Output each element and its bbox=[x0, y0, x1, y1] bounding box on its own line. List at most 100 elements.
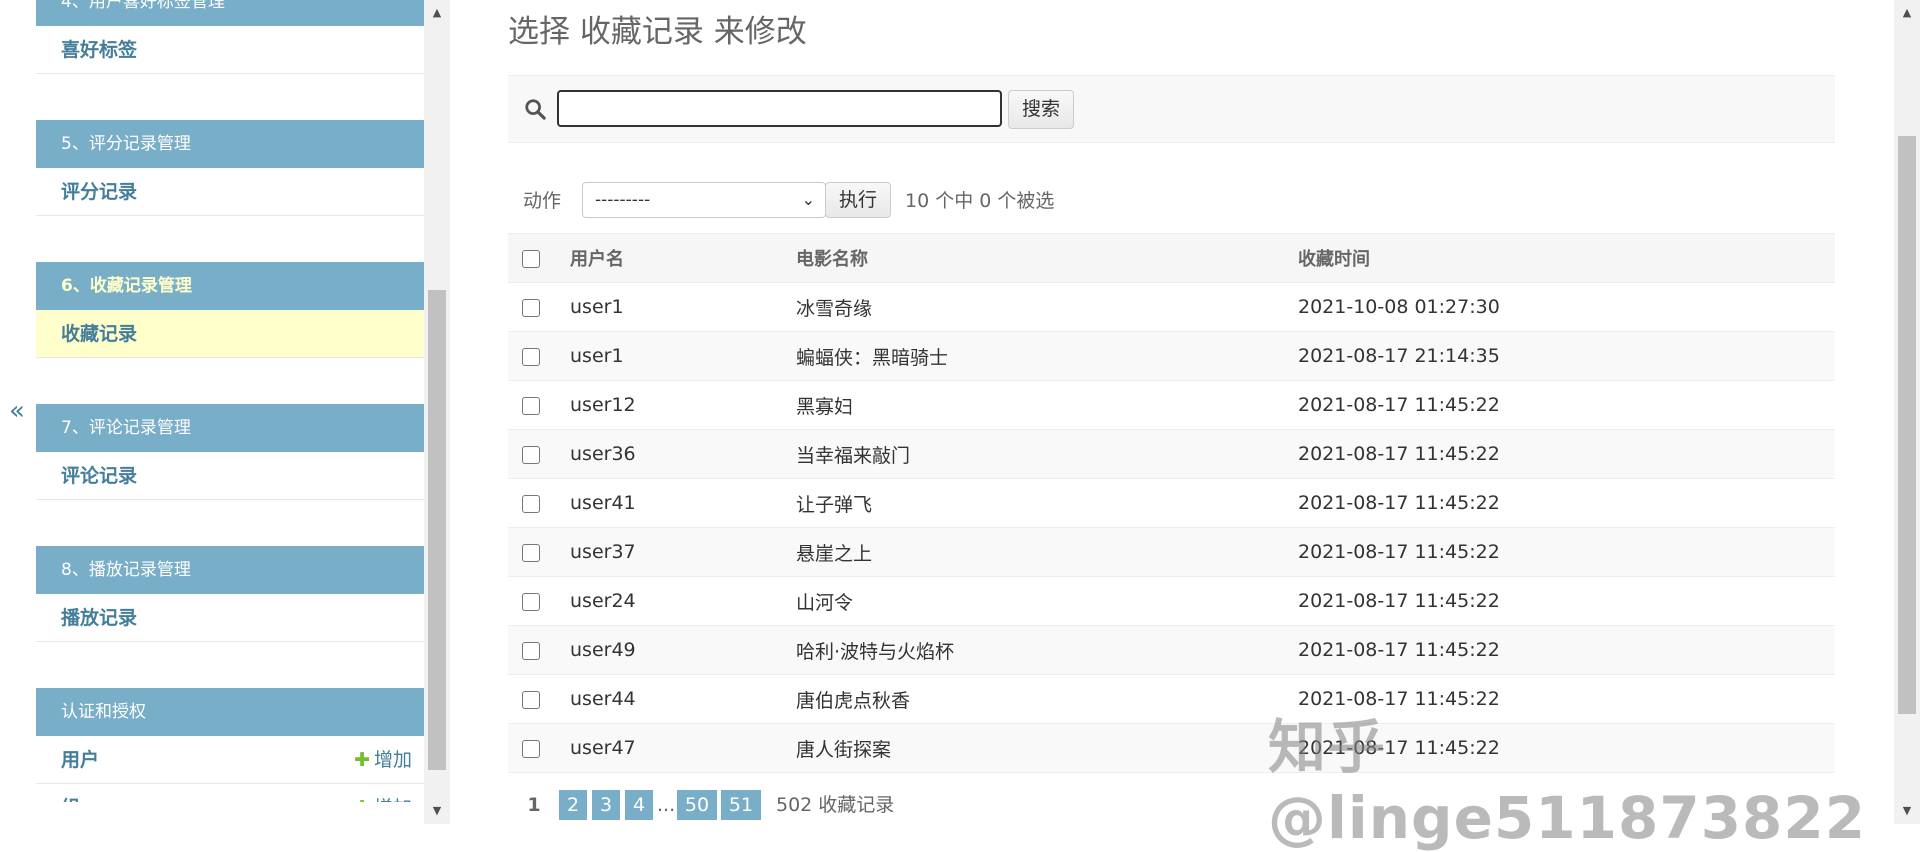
cell-movie: 当幸福来敲门 bbox=[796, 444, 911, 467]
sidebar: 4、用户喜好标签管理 喜好标签 5、评分记录管理 评分记录 6、收藏记录管理 收… bbox=[36, 0, 424, 802]
cell-movie: 让子弹飞 bbox=[796, 493, 873, 516]
page-link[interactable]: 3 bbox=[592, 790, 620, 820]
cell-username[interactable]: user12 bbox=[570, 381, 796, 430]
cell-time: 2021-08-17 11:45:22 bbox=[1298, 492, 1500, 514]
cell-movie: 蝙蝠侠：黑暗骑士 bbox=[796, 346, 949, 369]
row-checkbox[interactable] bbox=[522, 641, 540, 660]
page-link[interactable]: 50 bbox=[677, 790, 717, 820]
select-all-checkbox[interactable] bbox=[522, 249, 540, 268]
sidebar-scrollbar[interactable]: ▲ ▼ bbox=[424, 0, 450, 824]
cell-username[interactable]: user47 bbox=[570, 724, 796, 773]
sidebar-item-label[interactable]: 用户 bbox=[61, 749, 99, 771]
row-checkbox[interactable] bbox=[522, 347, 540, 366]
row-select-cell bbox=[508, 381, 570, 430]
page-link[interactable]: 4 bbox=[625, 790, 653, 820]
column-header-time[interactable]: 收藏时间 bbox=[1298, 234, 1835, 283]
cell-time: 2021-08-17 21:14:35 bbox=[1298, 345, 1500, 367]
result-count: 502 收藏记录 bbox=[776, 794, 895, 816]
row-checkbox[interactable] bbox=[522, 592, 540, 611]
table-row: user41 让子弹飞 2021-08-17 11:45:22 bbox=[508, 479, 1835, 528]
add-group-link[interactable]: ✚增加 bbox=[354, 784, 412, 802]
scrollbar-thumb[interactable] bbox=[1898, 136, 1916, 714]
page-current: 1 bbox=[527, 794, 541, 816]
module-header[interactable]: 6、收藏记录管理 bbox=[36, 262, 424, 310]
module-header[interactable]: 8、播放记录管理 bbox=[36, 546, 424, 594]
table-row: user24 山河令 2021-08-17 11:45:22 bbox=[508, 577, 1835, 626]
collapse-icon[interactable]: « bbox=[9, 396, 25, 426]
row-checkbox[interactable] bbox=[522, 543, 540, 562]
row-select-cell bbox=[508, 430, 570, 479]
scroll-up-icon[interactable]: ▲ bbox=[1894, 0, 1920, 26]
page-link[interactable]: 2 bbox=[559, 790, 587, 820]
cell-time: 2021-08-17 11:45:22 bbox=[1298, 443, 1500, 465]
row-checkbox[interactable] bbox=[522, 494, 540, 513]
plus-icon: ✚ bbox=[354, 797, 370, 802]
module-header[interactable]: 4、用户喜好标签管理 bbox=[36, 0, 424, 26]
module-header[interactable]: 7、评论记录管理 bbox=[36, 404, 424, 452]
table-row: user1 冰雪奇缘 2021-10-08 01:27:30 bbox=[508, 283, 1835, 332]
module-auth: 认证和授权 用户 ✚增加 组 ✚增加 bbox=[36, 688, 424, 802]
module-comments: 7、评论记录管理 评论记录 bbox=[36, 404, 424, 500]
cell-username[interactable]: user1 bbox=[570, 283, 796, 332]
run-action-button[interactable]: 执行 bbox=[825, 182, 891, 218]
cell-username[interactable]: user44 bbox=[570, 675, 796, 724]
sidebar-item-tags[interactable]: 喜好标签 bbox=[36, 26, 424, 74]
cell-username[interactable]: user1 bbox=[570, 332, 796, 381]
sidebar-item-plays[interactable]: 播放记录 bbox=[36, 594, 424, 642]
sidebar-item-ratings[interactable]: 评分记录 bbox=[36, 168, 424, 216]
cell-time: 2021-08-17 11:45:22 bbox=[1298, 639, 1500, 661]
cell-time: 2021-10-08 01:27:30 bbox=[1298, 296, 1500, 318]
results-table: 用户名 电影名称 收藏时间 user1 冰雪奇缘 2021-10-08 01:27:… bbox=[508, 233, 1835, 773]
row-checkbox[interactable] bbox=[522, 298, 540, 317]
scroll-down-icon[interactable]: ▼ bbox=[1894, 798, 1920, 824]
selection-counter: 10 个中 0 个被选 bbox=[905, 190, 1055, 212]
action-select[interactable]: --------- ⌄ bbox=[582, 182, 826, 218]
cell-username[interactable]: user41 bbox=[570, 479, 796, 528]
module-favorites: 6、收藏记录管理 收藏记录 bbox=[36, 262, 424, 358]
search-button[interactable]: 搜索 bbox=[1008, 90, 1074, 129]
cell-movie: 冰雪奇缘 bbox=[796, 297, 873, 320]
row-select-cell bbox=[508, 528, 570, 577]
row-checkbox[interactable] bbox=[522, 690, 540, 709]
module-tags: 4、用户喜好标签管理 喜好标签 bbox=[36, 0, 424, 74]
row-checkbox[interactable] bbox=[522, 445, 540, 464]
cell-username[interactable]: user49 bbox=[570, 626, 796, 675]
cell-username[interactable]: user24 bbox=[570, 577, 796, 626]
table-row: user37 悬崖之上 2021-08-17 11:45:22 bbox=[508, 527, 1835, 577]
column-header-username[interactable]: 用户名 bbox=[570, 234, 796, 283]
scroll-up-icon[interactable]: ▲ bbox=[424, 0, 450, 26]
row-select-cell bbox=[508, 724, 570, 773]
search-toolbar: 搜索 bbox=[508, 75, 1835, 143]
cell-movie: 唐伯虎点秋香 bbox=[796, 689, 911, 712]
cell-username[interactable]: user36 bbox=[570, 430, 796, 479]
module-header[interactable]: 5、评分记录管理 bbox=[36, 120, 424, 168]
select-all-cell bbox=[508, 234, 570, 283]
cell-username[interactable]: user37 bbox=[570, 528, 796, 577]
sidebar-item-comments[interactable]: 评论记录 bbox=[36, 452, 424, 500]
cell-movie: 悬崖之上 bbox=[796, 542, 873, 565]
page-title: 选择 收藏记录 来修改 bbox=[508, 14, 807, 50]
sidebar-toggle[interactable]: « bbox=[0, 0, 36, 824]
page-ellipsis: ... bbox=[657, 794, 676, 816]
cell-time: 2021-08-17 11:45:22 bbox=[1298, 590, 1500, 612]
row-checkbox[interactable] bbox=[522, 396, 540, 415]
add-user-link[interactable]: ✚ 增加 bbox=[354, 736, 412, 784]
column-header-movie[interactable]: 电影名称 bbox=[796, 234, 1298, 283]
sidebar-item-groups[interactable]: 组 ✚增加 bbox=[36, 784, 424, 802]
sidebar-item-label[interactable]: 组 bbox=[61, 797, 80, 802]
scroll-down-icon[interactable]: ▼ bbox=[424, 798, 450, 824]
table-row: user1 蝙蝠侠：黑暗骑士 2021-08-17 21:14:35 bbox=[508, 331, 1835, 381]
sidebar-item-users[interactable]: 用户 ✚ 增加 bbox=[36, 736, 424, 784]
row-select-cell bbox=[508, 479, 570, 528]
scrollbar-thumb[interactable] bbox=[428, 290, 446, 770]
module-header[interactable]: 认证和授权 bbox=[36, 688, 424, 736]
chevron-down-icon: ⌄ bbox=[801, 190, 815, 209]
page-scrollbar[interactable]: ▲ ▼ bbox=[1894, 0, 1920, 824]
table-row: user12 黑寡妇 2021-08-17 11:45:22 bbox=[508, 381, 1835, 430]
page-link[interactable]: 51 bbox=[721, 790, 761, 820]
row-checkbox[interactable] bbox=[522, 739, 540, 758]
sidebar-item-favorites[interactable]: 收藏记录 bbox=[36, 310, 424, 358]
module-ratings: 5、评分记录管理 评分记录 bbox=[36, 120, 424, 216]
cell-movie: 山河令 bbox=[796, 591, 854, 614]
search-input[interactable] bbox=[557, 90, 1002, 127]
